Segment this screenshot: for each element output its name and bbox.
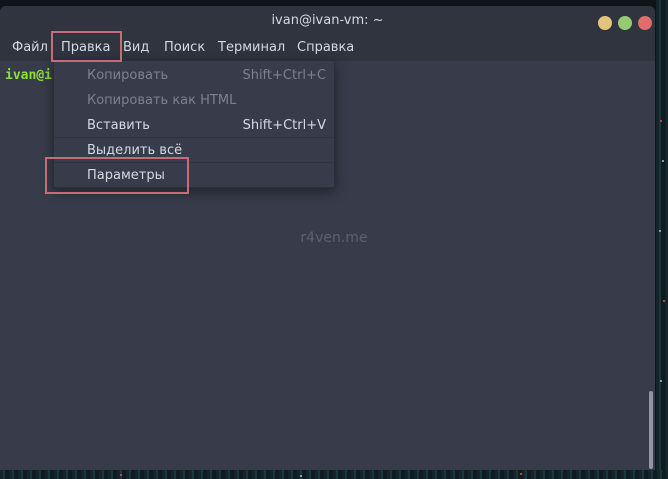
wallpaper-strip-bottom xyxy=(0,470,668,479)
menu-item-label: Копировать xyxy=(87,68,169,83)
menu-item-label: Вставить xyxy=(87,118,150,133)
wallpaper-light xyxy=(660,120,662,122)
annotation-frame-edit-menu xyxy=(51,31,122,62)
desktop: ivan@ivan-vm: ~ Файл Правка Вид Поиск Те… xyxy=(0,0,668,479)
menu-item-paste[interactable]: Вставить Shift+Ctrl+V xyxy=(54,113,334,138)
window-title: ivan@ivan-vm: ~ xyxy=(271,13,384,28)
wallpaper-light xyxy=(660,380,662,382)
maximize-button[interactable] xyxy=(618,16,632,30)
menu-item-shortcut: Shift+Ctrl+C xyxy=(242,68,326,83)
menu-item-copy[interactable]: Копировать Shift+Ctrl+C xyxy=(54,63,334,88)
close-button[interactable] xyxy=(638,16,652,30)
menu-item-label: Копировать как HTML xyxy=(87,93,237,108)
menu-terminal[interactable]: Терминал xyxy=(218,40,285,55)
menu-view[interactable]: Вид xyxy=(123,40,149,55)
wallpaper-light xyxy=(300,475,302,477)
menu-item-copy-html[interactable]: Копировать как HTML xyxy=(54,88,334,113)
wallpaper-light xyxy=(520,473,522,475)
menu-item-label: Выделить всё xyxy=(87,143,183,158)
scrollbar-thumb[interactable] xyxy=(649,391,653,469)
menu-file[interactable]: Файл xyxy=(12,40,48,55)
wallpaper-light xyxy=(120,474,122,476)
wallpaper-light xyxy=(662,160,664,162)
annotation-frame-preferences xyxy=(45,157,189,194)
wallpaper-light xyxy=(663,300,665,302)
shell-prompt: ivan@i xyxy=(5,68,52,83)
menu-help[interactable]: Справка xyxy=(297,40,354,55)
watermark: r4ven.me xyxy=(300,230,368,246)
menu-search[interactable]: Поиск xyxy=(164,40,205,55)
minimize-button[interactable] xyxy=(598,16,612,30)
menu-item-shortcut: Shift+Ctrl+V xyxy=(242,118,326,133)
